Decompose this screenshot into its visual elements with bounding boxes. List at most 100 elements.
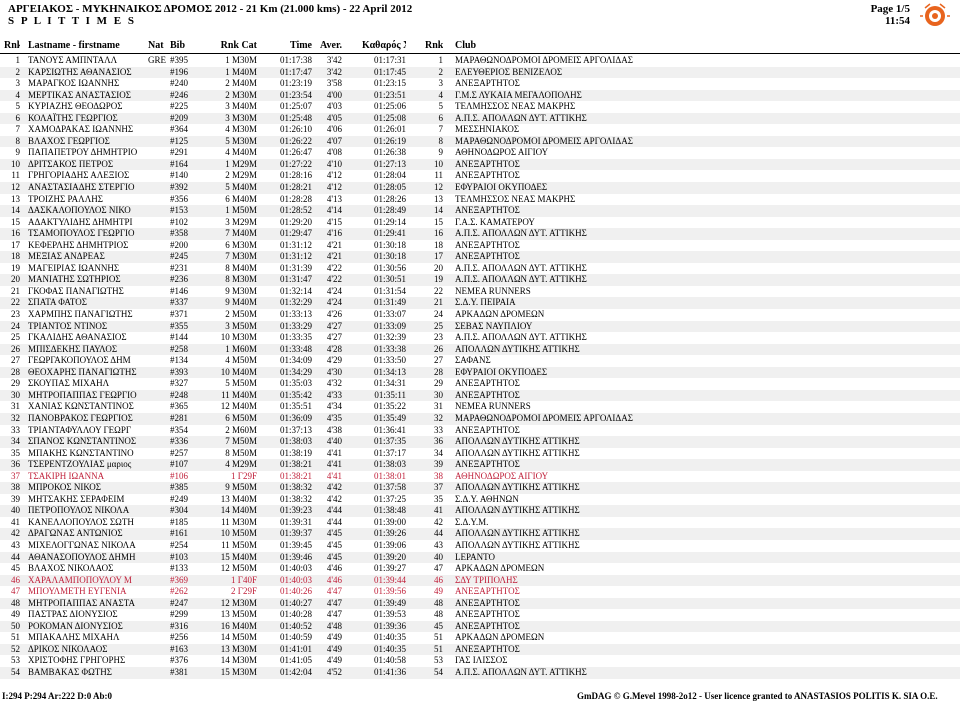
cell-rnk: 33	[11, 424, 20, 435]
cell-name: ΓΡΗΓΟΡΙΑΔΗΣ ΑΛΕΞΙΟΣ	[28, 170, 130, 181]
cell-rnk: 9	[15, 147, 21, 158]
cell-rnk-cat: 5 M40M	[225, 182, 257, 193]
cell-rnk-net: 27	[434, 355, 443, 366]
table-row: 6 ΚΟΛΑΪΤΗΣ ΓΕΩΡΓΙΟΣ #209 3 M30M 01:25:48 4'05…	[0, 112, 960, 125]
cell-club: ΑΠΟΛΛΩΝ ΔΥΤΙΚΗΣ ΑΤΤΙΚΗΣ	[455, 539, 580, 550]
table-row: 25 ΓΚΑΛΙΔΗΣ ΑΘΑΝΑΣΙΟΣ #144 10 M30M 01:33:35 4…	[0, 332, 960, 344]
cell-net-time: 01:37:25	[373, 493, 406, 504]
cell-rnk: 28	[11, 366, 20, 377]
cell-time: 01:31:12	[279, 239, 312, 250]
cell-rnk: 46	[11, 574, 20, 585]
table-row: 22 ΣΠΑΤΑ ΦΑΤΟΣ #337 9 M40M 01:32:29 4'24 01:31…	[0, 297, 960, 310]
cell-aver: 4'41	[326, 470, 342, 481]
col-name: Lastname - firstname	[28, 40, 120, 51]
cell-net-time: 01:39:53	[373, 609, 406, 620]
cell-aver: 4'26	[326, 309, 342, 320]
cell-club: ΑΝΕΞΑΡΤΗΤΟΣ	[455, 620, 520, 631]
cell-bib: #395	[170, 55, 188, 65]
footer-stats: I:294 P:294 Ar:222 D:0 Ab:0	[2, 691, 112, 701]
cell-rnk-net: 6	[438, 112, 444, 123]
cell-rnk: 48	[11, 597, 20, 608]
cell-bib: #125	[170, 135, 188, 146]
cell-rnk: 42	[11, 528, 20, 539]
cell-rnk-cat: 4 M29M	[225, 459, 257, 470]
table-row: 21 ΓΚΟΦΑΣ ΠΑΝΑΓΙΩΤΗΣ #146 9 M30M 01:32:14 4'2…	[0, 286, 960, 298]
cell-club: ΣΑΦΑΝΣ	[455, 355, 491, 366]
cell-time: 01:27:22	[279, 158, 312, 169]
cell-rnk-cat: 2 M50M	[225, 309, 257, 320]
cell-rnk: 23	[11, 309, 20, 320]
cell-name: ΑΘΑΝΑΣΟΠΟΥΛΟΣ ΔΗΜΗ	[28, 551, 136, 562]
cell-time: 01:40:03	[279, 563, 312, 574]
cell-club: ΣΔΥ ΤΡΙΠΟΛΗΣ	[455, 574, 518, 585]
cell-club: ΑΝΕΞΑΡΤΗΤΟΣ	[455, 251, 520, 262]
cell-time: 01:38:32	[279, 493, 312, 504]
cell-net-time: 01:39:49	[373, 597, 406, 608]
cell-time: 01:39:23	[279, 505, 312, 516]
cell-name: ΜΕΡΤΙΚΑΣ ΑΝΑΣΤΑΣΙΟΣ	[28, 89, 131, 100]
cell-net-time: 01:40:58	[373, 655, 406, 666]
cell-net-time: 01:39:27	[373, 563, 406, 574]
cell-time: 01:39:45	[279, 539, 312, 550]
cell-net-time: 01:30:56	[373, 262, 406, 273]
cell-net-time: 01:29:41	[373, 228, 406, 239]
cell-time: 01:17:38	[279, 55, 312, 65]
table-row: 33 ΤΡΙΑΝΤΑΦΥΛΛΟΥ ΓΕΩΡΓ #354 2 M60M 01:37:13 4…	[0, 425, 960, 437]
cell-name: ΘΕΟΧΑΡΗΣ ΠΑΝΑΓΙΩΤΗΣ	[28, 366, 137, 377]
cell-aver: 3'42	[326, 55, 342, 65]
table-row: 43 ΜΙΧΕΛΟΓΓΩΝΑΣ ΝΙΚΟΛΑ #254 11 M50M 01:39:45…	[0, 540, 960, 552]
cell-rnk-net: 17	[434, 251, 443, 262]
cell-club: ΑΝΕΞΑΡΤΗΤΟΣ	[455, 389, 520, 400]
cell-rnk-cat: 10 M50M	[220, 528, 257, 539]
cell-aver: 4'42	[326, 493, 342, 504]
col-rnk: Rnk	[4, 40, 20, 51]
cell-rnk-cat: 8 M30M	[225, 274, 257, 285]
cell-rnk-net: 7	[438, 124, 444, 135]
cell-club: ΜΕΣΣΗΝΙΑΚΟΣ	[455, 124, 520, 135]
cell-rnk-cat: 6 M30M	[225, 239, 257, 250]
cell-rnk-cat: 11 M40M	[221, 389, 257, 400]
cell-net-time: 01:38:03	[373, 459, 406, 470]
cell-rnk-net: 23	[434, 332, 443, 343]
cell-net-time: 01:23:15	[373, 78, 406, 89]
cell-aver: 4'47	[326, 609, 342, 620]
cell-time: 01:41:01	[279, 643, 312, 654]
cell-aver: 4'42	[326, 482, 342, 493]
cell-aver: 4'52	[326, 666, 342, 677]
cell-rnk: 21	[11, 285, 20, 296]
cell-bib: #196	[170, 66, 188, 77]
table-row: 48 ΜΗΤΡΟΠΑΠΠΑΣ ΑΝΑΣΤΑ #247 12 M30M 01:40:27 4…	[0, 597, 960, 610]
cell-name: ΜΠΡΟΚΟΣ ΝΙΚΟΣ	[28, 482, 101, 493]
cell-aver: 4'46	[326, 574, 342, 585]
cell-bib: #231	[170, 262, 188, 273]
cell-aver: 4'41	[326, 459, 342, 470]
cell-name: ΔΡΑΓΩΝΑΣ ΑΝΤΩΝΙΟΣ	[28, 528, 123, 539]
cell-rnk-cat: 11 M30M	[221, 516, 257, 527]
cell-club: ΑΝΕΞΑΡΤΗΤΟΣ	[455, 609, 520, 620]
cell-rnk-net: 33	[434, 424, 443, 435]
cell-name: ΡΟΚΟΜΑΝ ΔΙΟΝΥΣΙΟΣ	[28, 620, 123, 631]
cell-rnk-cat: 1 M29M	[225, 158, 257, 169]
col-nat: Nat	[148, 40, 164, 51]
cell-name: ΜΙΧΕΛΟΓΓΩΝΑΣ ΝΙΚΟΛΑ	[28, 539, 136, 550]
cell-aver: 4'47	[326, 597, 342, 608]
cell-bib: #365	[170, 401, 188, 412]
cell-net-time: 01:35:11	[374, 389, 406, 400]
cell-rnk: 40	[11, 505, 20, 516]
table-row: 9 ΠΑΠΑΠΕΤΡΟΥ ΔΗΜΗΤΡΙΟ #291 4 M40M 01:26:47 4'…	[0, 147, 960, 159]
table-row: 27 ΓΕΩΡΓΑΚΟΠΟΥΛΟΣ ΔΗΜ #134 4 M50M 01:34:09 4'…	[0, 355, 960, 367]
cell-aver: 4'49	[326, 643, 342, 654]
cell-name: ΧΑΜΟΔΡΑΚΑΣ ΙΩΑΝΝΗΣ	[28, 124, 134, 135]
cell-bib: #153	[170, 205, 188, 216]
cell-net-time: 01:41:36	[373, 666, 406, 677]
cell-net-time: 01:30:18	[373, 251, 406, 262]
cell-net-time: 01:35:49	[373, 412, 406, 423]
cell-aver: 4'49	[326, 632, 342, 643]
cell-bib: #371	[170, 309, 188, 320]
cell-rnk: 26	[11, 343, 20, 354]
cell-net-time: 01:17:45	[373, 66, 406, 77]
cell-net-time: 01:28:05	[373, 182, 406, 193]
table-row: 35 ΜΠΑΚΗΣ ΚΩΝΣΤΑΝΤΙΝΟ #257 8 M50M 01:38:19 4'…	[0, 448, 960, 460]
cell-net-time: 01:40:35	[373, 643, 406, 654]
cell-time: 01:29:47	[279, 228, 312, 239]
